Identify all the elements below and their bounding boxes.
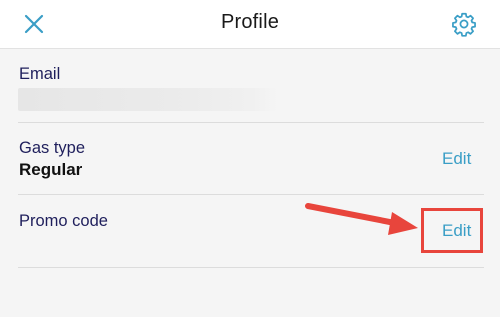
annotation-arrow: [305, 203, 418, 235]
email-label: Email: [19, 65, 61, 83]
gas-type-value: Regular: [19, 160, 83, 179]
header-bar: Profile: [0, 0, 500, 49]
page-title: Profile: [220, 11, 280, 33]
gas-type-edit-button[interactable]: Edit: [442, 149, 471, 169]
settings-button[interactable]: [448, 8, 480, 40]
gas-type-row[interactable]: Gas type Regular Edit: [18, 123, 484, 195]
annotation-highlight-box: [421, 208, 483, 253]
email-row: Email: [18, 49, 484, 123]
gas-type-label: Gas type: [19, 139, 86, 157]
profile-screen: Profile Email Gas type Regular Edit Prom…: [0, 0, 500, 317]
blurred-email-value: [18, 88, 278, 111]
gear-icon: [452, 12, 476, 37]
promo-code-label: Promo code: [19, 212, 108, 230]
